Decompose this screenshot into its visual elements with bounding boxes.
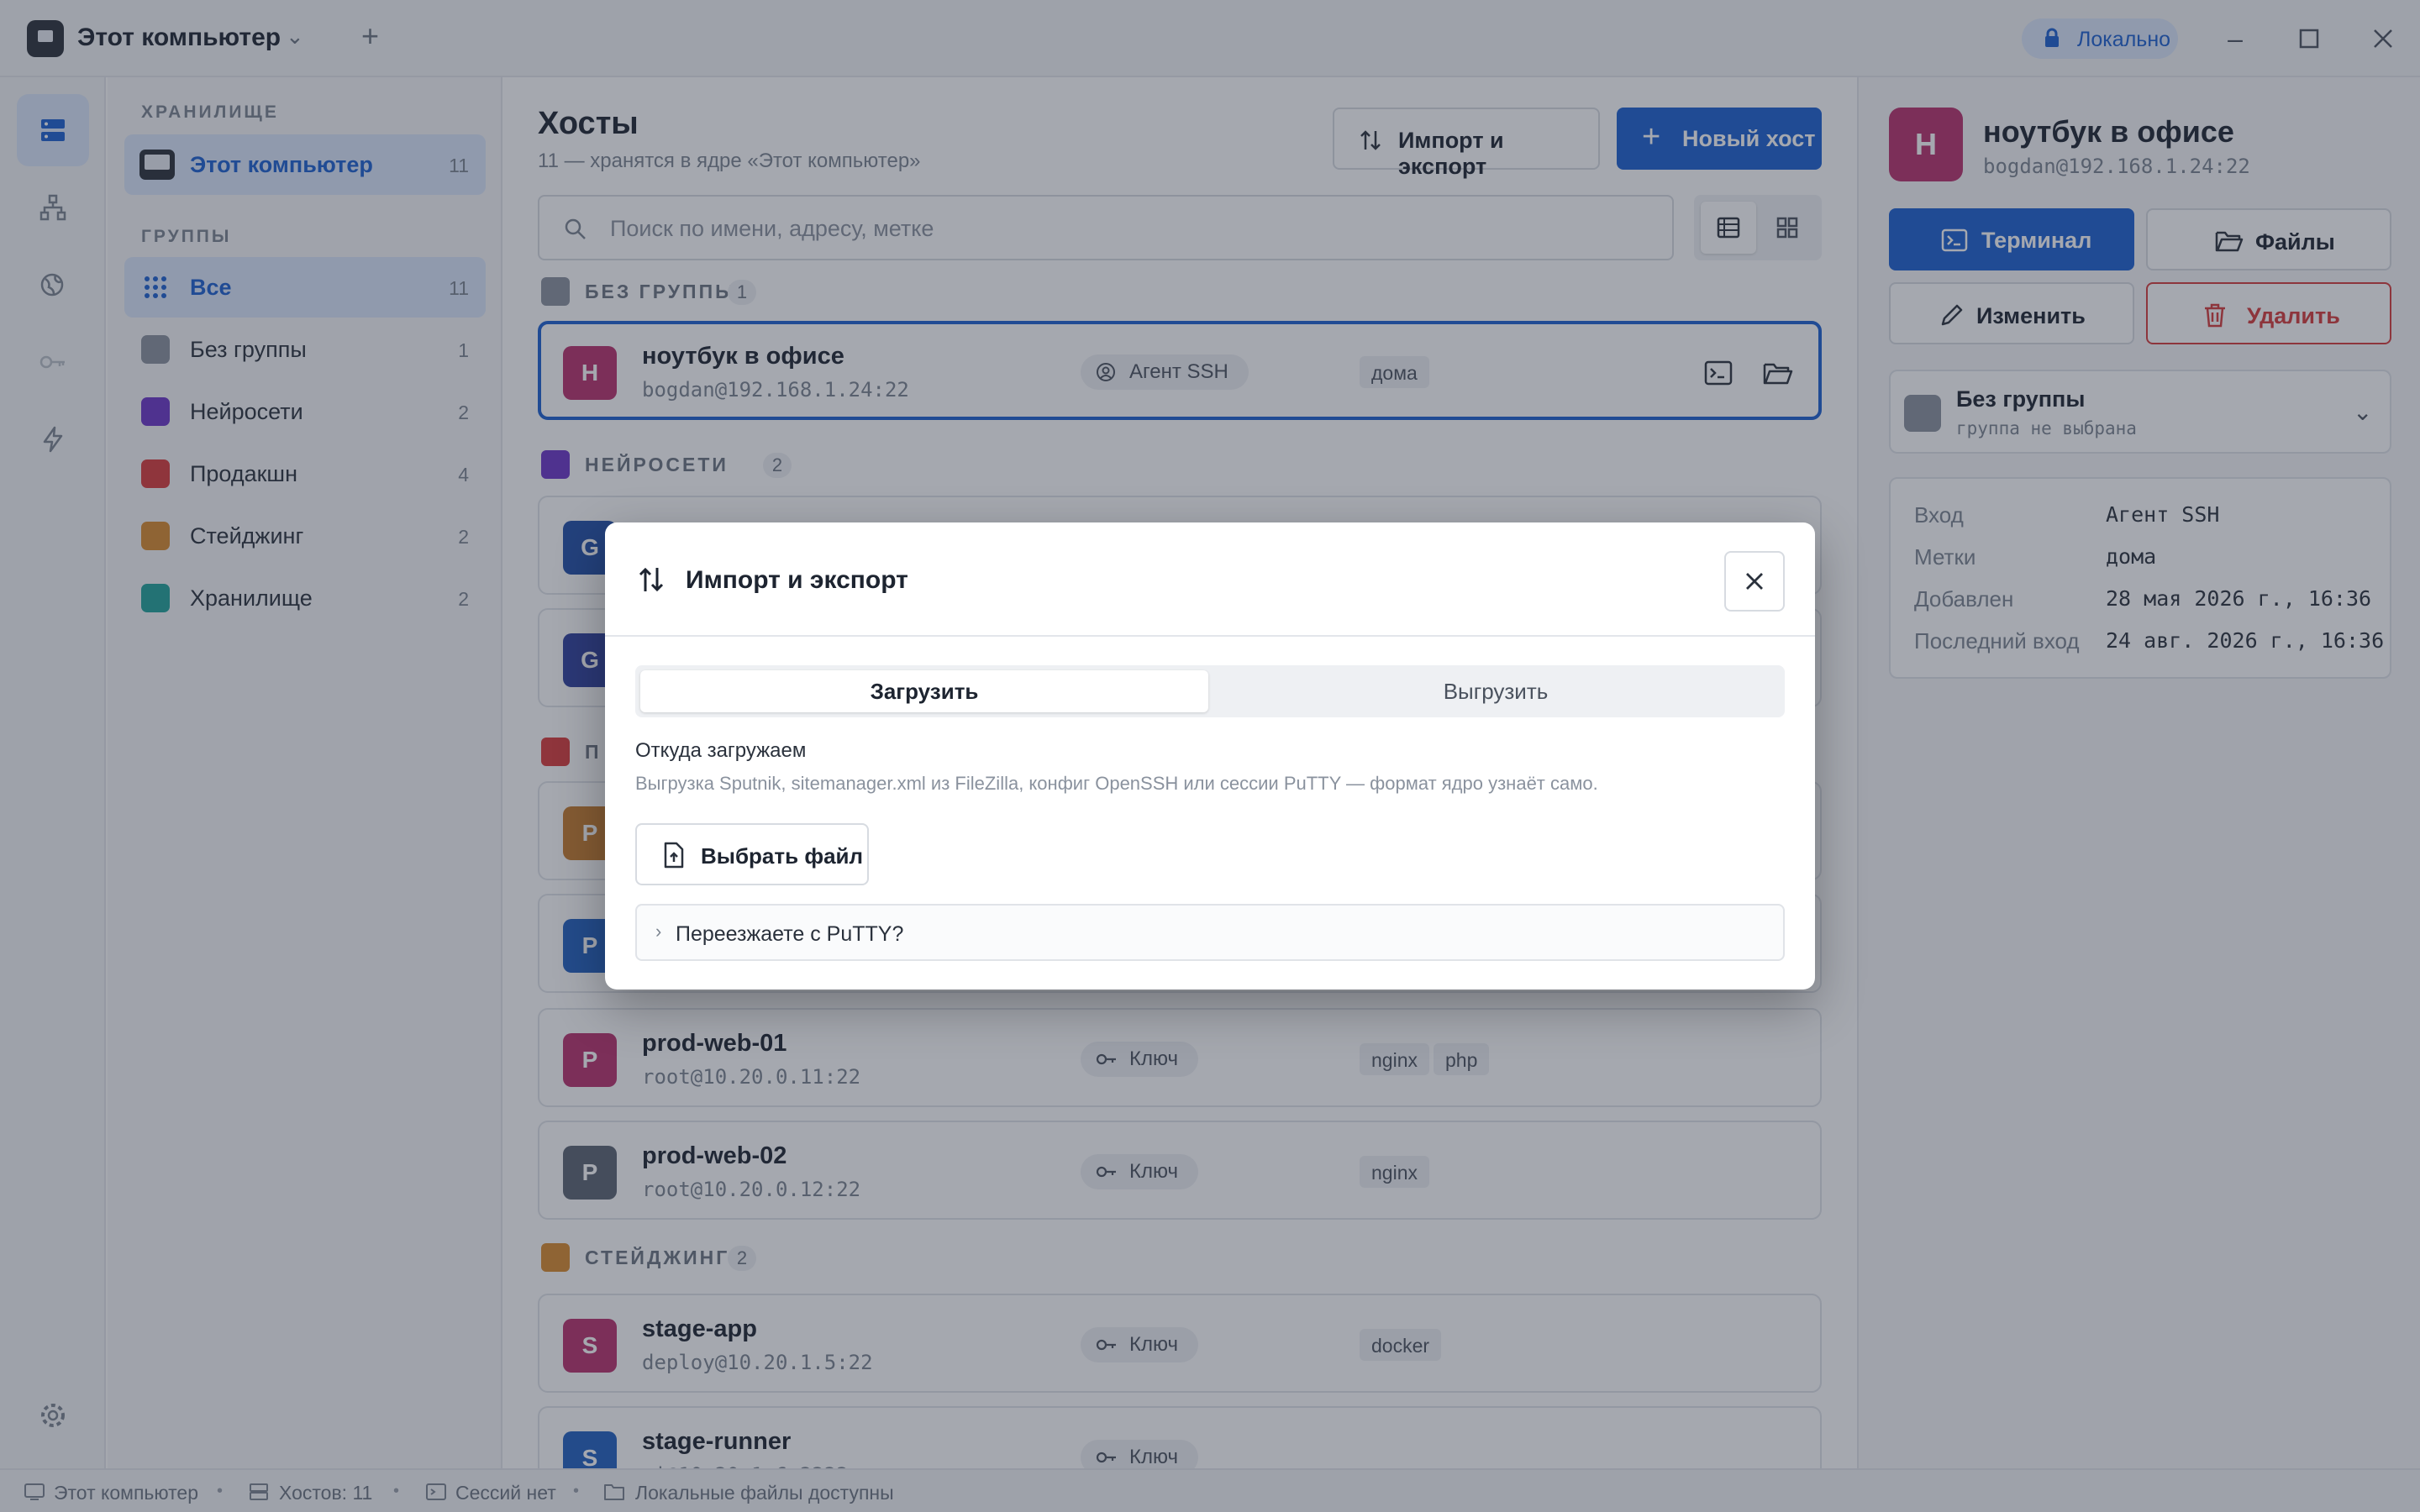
- chevron-right-icon: ›: [655, 921, 662, 942]
- tab-upload[interactable]: Загрузить: [640, 670, 1208, 712]
- putty-accordion[interactable]: › Переезжаете с PuTTY?: [635, 904, 1785, 961]
- dialog-tabs: Загрузить Выгрузить: [635, 665, 1785, 717]
- dialog-title: Импорт и экспорт: [686, 566, 908, 594]
- putty-question: Переезжаете с PuTTY?: [676, 922, 904, 946]
- tab-download[interactable]: Выгрузить: [1212, 670, 1780, 712]
- choose-file-button[interactable]: Выбрать файл: [635, 823, 869, 885]
- choose-file-label: Выбрать файл: [701, 843, 864, 869]
- close-icon: [1746, 573, 1763, 590]
- source-label: Откуда загружаем: [635, 739, 807, 762]
- dialog-header: Импорт и экспорт: [605, 522, 1815, 637]
- source-hint: Выгрузка Sputnik, sitemanager.xml из Fil…: [635, 773, 1598, 794]
- close-dialog-button[interactable]: [1724, 551, 1785, 612]
- import-export-dialog: Импорт и экспорт Загрузить Выгрузить Отк…: [605, 522, 1815, 990]
- file-upload-icon: [664, 842, 684, 869]
- swap-arrows-icon: [639, 567, 664, 592]
